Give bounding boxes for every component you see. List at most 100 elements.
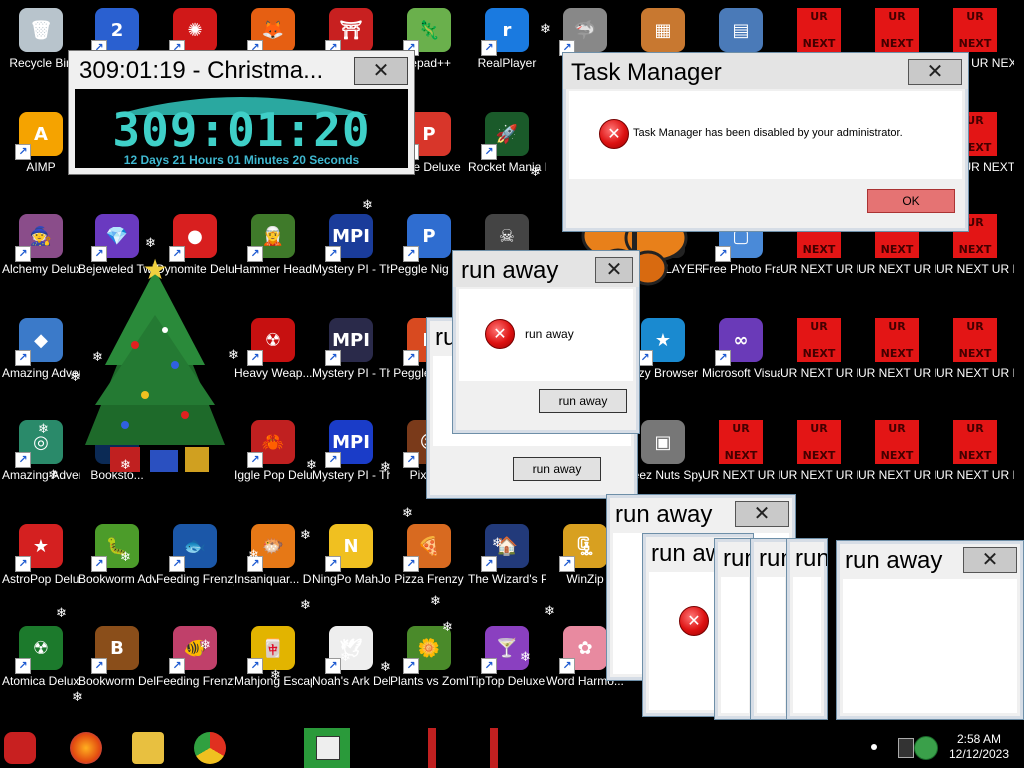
task-manager-ok-button[interactable]: OK [867, 189, 955, 213]
app-icon: ✺ ↗ [169, 8, 217, 56]
desktop-icon-label: TipTop Deluxe [468, 674, 546, 688]
run-away-button[interactable]: run away [513, 457, 601, 481]
desktop-icon[interactable]: ✺ ↗ [156, 8, 234, 56]
taskbar-app-button[interactable] [490, 728, 498, 768]
desktop-icon[interactable]: 2 ↗ [78, 8, 156, 56]
run-away-close-button[interactable]: ✕ [735, 501, 789, 527]
app-icon: 🚀 ↗ [481, 112, 529, 160]
app-icon: 🦈 ↗ [559, 8, 607, 56]
file-explorer-icon[interactable] [132, 732, 164, 764]
countdown-close-button[interactable]: ✕ [354, 57, 408, 85]
app-icon: MPI ↗ [325, 318, 373, 366]
ur-next-tile[interactable]: UR NEXT [858, 8, 936, 56]
ur-next-tile[interactable]: URNEXT UR NEXT UR NEXT UR ... [936, 318, 1014, 381]
run-away-button[interactable]: run away [539, 389, 627, 413]
snowflake-icon: ❄ [300, 598, 311, 613]
task-manager-dialog[interactable]: Task Manager ✕ ✕ Task Manager has been d… [562, 52, 969, 232]
desktop-icon-label: Pizza Frenzy [394, 572, 464, 586]
run-away-close-button[interactable]: ✕ [595, 257, 633, 283]
desktop-icon[interactable]: 🦊 ↗ [234, 8, 312, 56]
shortcut-arrow-icon: ↗ [403, 452, 419, 468]
desktop-icon-label: Bookworm Adventur... [78, 572, 156, 586]
run-away-close-button[interactable]: ✕ [963, 547, 1017, 573]
desktop-icon[interactable]: 🐟↗Feeding Frenzy... [156, 524, 234, 587]
snowflake-icon: ❄ [520, 650, 531, 665]
desktop-icon[interactable]: N↗NingPo MahJo... [312, 524, 390, 587]
desktop-icon[interactable]: ∞↗Microsoft Visual Stud... [702, 318, 780, 381]
app-icon: ▣ [641, 420, 685, 464]
app-icon: A ↗ [15, 112, 63, 160]
ur-next-tile[interactable]: URNEXT UR NEXT UR NEXT UR ... [936, 420, 1014, 483]
desktop-icon[interactable]: ⛩ ↗ [312, 8, 390, 56]
ur-next-tile[interactable]: URNEXT UR NEXT UR NEXT UR [702, 420, 780, 483]
app-icon: MPI ↗ [325, 420, 373, 468]
desktop-icon[interactable]: ▦ [624, 8, 702, 56]
desktop-icon[interactable]: 🍕 ↗ Pizza Frenzy [390, 524, 468, 587]
network-icon[interactable] [898, 738, 914, 758]
desktop-icon-label: Microsoft Visual Stud... [702, 366, 780, 380]
desktop-icon-label: AstroPop Deluxe [2, 572, 80, 586]
shortcut-arrow-icon: ↗ [169, 658, 185, 674]
app-icon: ✿ ↗ [559, 626, 607, 674]
shortcut-arrow-icon: ↗ [403, 350, 419, 366]
run-away-dialog-front[interactable]: run away ✕ ✕ run away run away [452, 250, 640, 434]
desktop-icon[interactable]: B↗Bookworm Deluxe [78, 626, 156, 689]
desktop-icon[interactable]: 🕊↗Noah's Ark Deluxe [312, 626, 390, 689]
ur-next-tile[interactable]: URNEXT UR NEXT UR NEXT UR ... [780, 318, 858, 381]
desktop-icon[interactable]: 🐛↗Bookworm Adventur... [78, 524, 156, 587]
shortcut-arrow-icon: ↗ [403, 658, 419, 674]
desktop-icon[interactable]: 🍸 ↗ TipTop Deluxe [468, 626, 546, 689]
christmas-countdown-window[interactable]: 309:01:19 - Christma... ✕ 309:01:20 12 D… [68, 50, 415, 175]
run-away-dialog-stack-5[interactable]: run away [786, 538, 828, 720]
shortcut-arrow-icon: ↗ [403, 556, 419, 572]
desktop-icon[interactable]: r ↗ RealPlayer [468, 8, 546, 71]
ur-next-tile[interactable]: UR NEXT [780, 8, 858, 56]
desktop-icon[interactable]: MPI↗Mystery PI - The Lotter... [312, 214, 390, 277]
desktop-icon[interactable]: MPI↗Mystery PI - The Vegas... [312, 420, 390, 483]
desktop-icon-label: Feeding Frenzy Deluxe [156, 674, 234, 688]
snowflake-icon: ❄ [248, 548, 259, 563]
countdown-detail: 12 Days 21 Hours 01 Minutes 20 Seconds [123, 153, 360, 167]
task-manager-close-button[interactable]: ✕ [908, 59, 962, 85]
snowflake-icon: ❄ [380, 460, 391, 475]
desktop-icon-label: Noah's Ark Deluxe [312, 674, 390, 688]
desktop-icon[interactable]: 🌼↗Plants vs Zombies [390, 626, 468, 689]
desktop-icon[interactable]: ▤ [702, 8, 780, 56]
app-icon: MPI ↗ [325, 214, 373, 262]
app-icon: ★ ↗ [637, 318, 685, 366]
taskbar-app-button[interactable] [304, 728, 350, 768]
shortcut-arrow-icon: ↗ [481, 144, 497, 160]
clock[interactable]: 2:58 AM 12/12/2023 [944, 732, 1014, 762]
snowflake-icon: ❄ [228, 348, 239, 363]
desktop-icon[interactable]: 🏠↗The Wizard's Pen [468, 524, 546, 587]
snowflake-icon: ❄ [362, 198, 373, 213]
ur-next-tile[interactable]: URNEXT UR NEXT UR NEXT UR ... [858, 318, 936, 381]
shortcut-arrow-icon: ↗ [15, 144, 31, 160]
taskbar: 2:58 AM 12/12/2023 [0, 728, 1024, 768]
app-icon: ☢ ↗ [247, 318, 295, 366]
ur-next-tile[interactable]: URNEXT UR NEXT UR NEXT UR ... [780, 420, 858, 483]
santa-start-icon[interactable] [4, 732, 36, 764]
taskbar-app-button[interactable] [428, 728, 436, 768]
task-manager-body: ✕ Task Manager has been disabled by your… [569, 91, 962, 225]
tray-dot-icon[interactable] [871, 744, 877, 750]
chrome-icon[interactable] [194, 732, 226, 764]
desktop-icon[interactable]: ☢ ↗ Atomica Deluxe [2, 626, 80, 689]
shortcut-arrow-icon: ↗ [403, 246, 419, 262]
firefox-icon[interactable] [70, 732, 102, 764]
countdown-big-time: 309:01:20 [112, 103, 371, 157]
ur-next-tile[interactable]: URNEXT UR NEXT UR NEXT UR ... [858, 420, 936, 483]
desktop-icon-label: Bookworm Deluxe [78, 674, 156, 688]
app-icon: ▤ [719, 8, 763, 52]
run-away-dialog-stack-6[interactable]: run away ✕ [836, 540, 1024, 720]
snowflake-icon: ❄ [145, 236, 156, 251]
app-icon: ☢ ↗ [15, 626, 63, 674]
run-away-title: run away [795, 545, 828, 572]
desktop-icon[interactable]: ★↗AstroPop Deluxe [2, 524, 80, 587]
app-icon: 🗜 ↗ [559, 524, 607, 572]
volume-icon[interactable] [914, 736, 938, 760]
shortcut-arrow-icon: ↗ [325, 556, 341, 572]
desktop-icon[interactable]: MPI↗Mystery PI - The New Yo... [312, 318, 390, 381]
desktop-icon[interactable]: 🐠↗Feeding Frenzy Deluxe [156, 626, 234, 689]
desktop-icon-label: Mystery PI - The New Yo... [312, 366, 390, 380]
